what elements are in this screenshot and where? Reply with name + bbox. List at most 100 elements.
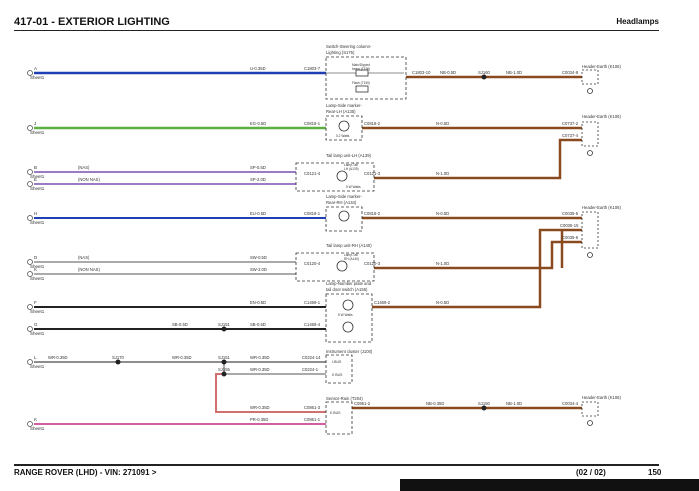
vehicle-info: RANGE ROVER (LHD) - VIN: 271091 > <box>14 468 157 477</box>
sheet-label: Sheet1 <box>30 186 45 191</box>
wire-label: WR-0.35D <box>250 405 270 410</box>
component-label: Lamp-Side marker- <box>326 103 362 108</box>
wire-label: SB-0.5D <box>172 322 188 327</box>
ground-icon <box>587 252 593 258</box>
connector-label: C0861-2 <box>354 401 371 406</box>
pin-markers <box>27 70 33 427</box>
splice-label: SJ160 <box>478 70 491 75</box>
wire-label: (NAS) <box>78 255 90 260</box>
connector-label: C0035-5 <box>562 211 579 216</box>
connector-label: C1469-4 <box>304 322 321 327</box>
wire-label: N-0.5D <box>436 300 449 305</box>
component-label: Instrument cluster (J100) <box>326 349 373 354</box>
wire-label: SB-0.5D <box>250 322 266 327</box>
wire-label: N-0.5D <box>436 211 449 216</box>
splice-dot <box>115 359 121 365</box>
page-indicator: (02 / 02) <box>576 468 606 477</box>
bulb-icon <box>338 120 350 132</box>
pin-label: J <box>34 121 36 126</box>
tail-lamp-rh[interactable] <box>295 252 375 282</box>
splice-dot <box>481 405 487 411</box>
connector-label: C0737-4 <box>562 133 579 138</box>
component-label: beam (T190) <box>352 67 370 71</box>
bus-label: K BUS <box>330 411 341 415</box>
connector-label: C0120-3 <box>364 261 381 266</box>
pin-labels: A J B E H D K F G L K Sheet1 Sheet1 Shee… <box>30 66 45 431</box>
connector-label: C0035-6 <box>562 235 579 240</box>
wire-label: WR-0.35D <box>250 367 270 372</box>
wire-label: (NON NAS) <box>78 177 100 182</box>
sheet-label: Sheet1 <box>30 309 45 314</box>
connector-label: C0121-4 <box>304 171 321 176</box>
wire-label: (NON NAS) <box>78 267 100 272</box>
component-label: Header-Earth (K106) <box>582 64 621 69</box>
component-label: 5 W Watts <box>338 313 353 317</box>
connector-label: C0121-3 <box>364 171 381 176</box>
connector-label: C0224-1 <box>302 367 319 372</box>
sheet-label: Sheet1 <box>30 174 45 179</box>
wire-label: (NAS) <box>78 165 90 170</box>
wire-label: NB-0.35D <box>426 401 444 406</box>
connector-label: C0034-9 <box>562 70 579 75</box>
component-label: Rear-RH (A134) <box>326 200 357 205</box>
ground-icon <box>587 88 593 94</box>
pin-label: G <box>34 322 38 327</box>
wire-label: NB-0.5D <box>440 70 456 75</box>
pin-label: A <box>34 66 37 71</box>
sheet-label: Sheet1 <box>30 276 45 281</box>
ground-icon <box>581 401 599 417</box>
connector-label: C0818-2 <box>364 121 381 126</box>
bulb-icon <box>338 210 350 222</box>
component-label: Flash (T190) <box>352 81 370 85</box>
component-label: 0.2 Watts <box>336 134 350 138</box>
splice-dot <box>221 326 227 332</box>
splice-dot <box>221 371 227 377</box>
wire-brown[interactable] <box>374 240 582 270</box>
ground-icon <box>581 121 599 147</box>
tail-lamp-lh[interactable] <box>295 162 375 192</box>
wire-label: EN-0.5D <box>250 300 266 305</box>
ground-icon <box>581 211 599 249</box>
pin-label: D <box>34 255 38 260</box>
wire-label: PR-0.35D <box>250 417 268 422</box>
wire-label: SW-0.5D <box>250 255 267 260</box>
splice-dot <box>221 359 227 365</box>
component-label: Switch-Steering column- <box>326 44 372 49</box>
bulb-icon <box>336 170 348 182</box>
sheet-label: Sheet1 <box>30 426 45 431</box>
component-label: Tail lamp unit-LH (A139) <box>326 153 372 158</box>
bus-label: K BUS <box>332 373 343 377</box>
sheet-label: Sheet1 <box>30 220 45 225</box>
connector-label: C1803-7 <box>304 66 321 71</box>
connector-label: C0818-2 <box>364 211 381 216</box>
splice-label: SJ151 <box>218 355 231 360</box>
component-label: Header-Earth (K106) <box>582 205 621 210</box>
rain-sensor[interactable] <box>325 401 353 435</box>
ground-icon <box>587 420 593 426</box>
wiring-diagram: A J B E H D K F G L K Sheet1 Sheet1 Shee… <box>27 44 621 435</box>
component-label: Lighting (S175) <box>326 50 355 55</box>
component-label: Tail lamp unit-RH (A140) <box>326 243 372 248</box>
connector-label: C0224-14 <box>302 355 321 360</box>
splice-label: SJ155 <box>218 367 231 372</box>
wire-label: WR-0.35D <box>250 355 270 360</box>
wire-label: U-0.35D <box>250 66 266 71</box>
connector-label: C0120-4 <box>304 261 321 266</box>
splice-dot <box>481 74 487 80</box>
wire-label: EU-0.5D <box>250 211 266 216</box>
connector-label: C1469-1 <box>304 300 321 305</box>
bus-label: I-BUS <box>332 360 342 364</box>
wire-label: SW-2.0D <box>250 267 267 272</box>
footer-divider <box>14 464 659 466</box>
component-label: LH (A139) <box>344 167 359 171</box>
component-label: Rear-LH (A135) <box>326 109 356 114</box>
sheet-label: Sheet1 <box>30 364 45 369</box>
connector-label: C0034-4 <box>562 401 579 406</box>
wire-brown[interactable] <box>374 138 582 180</box>
component-label: tail door switch (A155) <box>326 287 368 292</box>
lamp-number-plate[interactable] <box>325 293 373 343</box>
component-label: Header-Earth (K106) <box>582 395 621 400</box>
pin-label: B <box>34 165 37 170</box>
sheet-label: Sheet1 <box>30 331 45 336</box>
wire-label: SP-0.5D <box>250 165 266 170</box>
